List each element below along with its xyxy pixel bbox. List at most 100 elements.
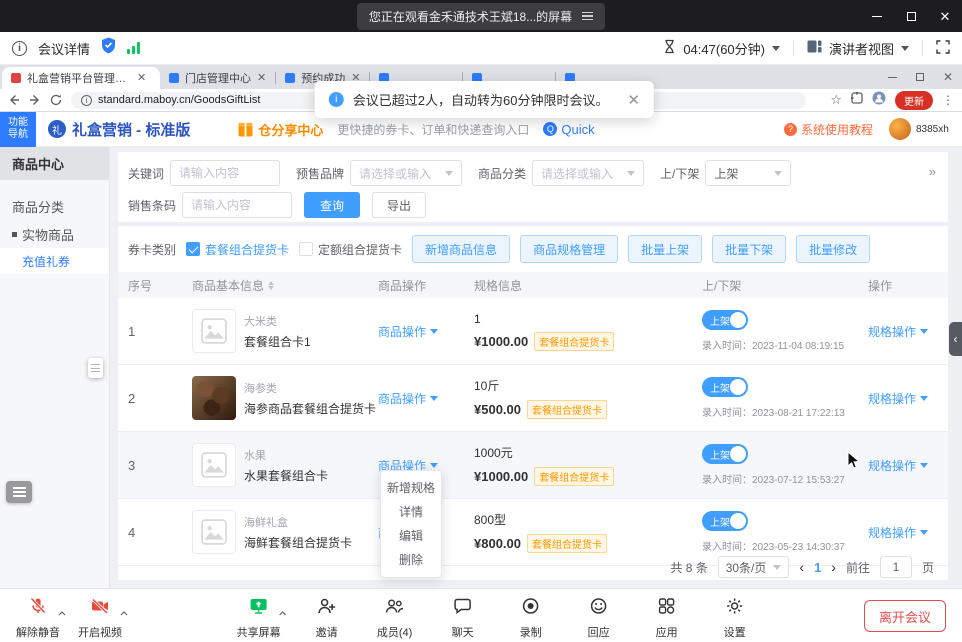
avatar [889, 118, 911, 140]
reactions-button[interactable]: 回应 [577, 596, 621, 640]
chevron-up-icon[interactable] [120, 603, 128, 621]
browser-minimize-button[interactable] [878, 65, 906, 89]
status-select[interactable]: 上架 [705, 160, 791, 186]
menu-item-edit[interactable]: 编辑 [381, 524, 441, 548]
tutorial-link[interactable]: ? 系统使用教程 [784, 121, 873, 138]
status-toggle[interactable]: 上架 [702, 310, 748, 330]
sidebar-item-categories[interactable]: 商品分类 [0, 192, 109, 220]
gear-icon [725, 596, 745, 621]
members-button[interactable]: 成员(4) [373, 596, 417, 640]
drag-handle[interactable] [88, 358, 103, 378]
batch-offline-button[interactable]: 批量下架 [712, 235, 786, 263]
keyword-input[interactable] [170, 160, 280, 186]
forward-icon[interactable] [29, 94, 41, 106]
back-icon[interactable] [8, 94, 20, 106]
menu-item-detail[interactable]: 详情 [381, 500, 441, 524]
chevron-down-icon [430, 463, 438, 468]
chevron-up-icon[interactable] [58, 603, 66, 621]
checkbox-fixed-card[interactable]: 定额组合提货卡 [299, 241, 402, 258]
browser-maximize-button[interactable] [906, 65, 934, 89]
quick-link[interactable]: Q Quick [543, 122, 594, 137]
menu-icon[interactable] [582, 12, 593, 21]
barcode-input[interactable] [182, 192, 292, 218]
batch-edit-button[interactable]: 批量修改 [796, 235, 870, 263]
spec-action-dropdown[interactable]: 规格操作 [868, 524, 928, 541]
brand-select[interactable]: 请选择或输入 [350, 160, 462, 186]
collapse-filters-icon[interactable]: » [929, 164, 936, 179]
fullscreen-icon[interactable] [936, 40, 950, 57]
checkbox-combo-card[interactable]: 套餐组合提货卡 [186, 241, 289, 258]
spec-action-dropdown[interactable]: 规格操作 [868, 457, 928, 474]
product-action-dropdown[interactable]: 商品操作 [378, 323, 438, 340]
start-video-button[interactable]: 开启视频 [78, 596, 122, 640]
sort-icon[interactable] [268, 281, 274, 290]
sidebar-item-physical-goods[interactable]: 实物商品 [0, 220, 109, 248]
goto-page-input[interactable] [880, 556, 912, 578]
network-signal-icon[interactable] [127, 42, 140, 54]
minimize-button[interactable] [860, 0, 894, 32]
prev-page-icon[interactable]: ‹ [799, 559, 804, 575]
current-page[interactable]: 1 [814, 560, 821, 575]
view-dropdown-icon[interactable] [901, 46, 909, 51]
profile-avatar-icon[interactable] [872, 91, 886, 110]
meeting-details[interactable]: 会议详情 [38, 39, 90, 58]
close-button[interactable]: ✕ [928, 0, 962, 32]
chevron-up-icon[interactable] [279, 603, 287, 621]
browser-update-button[interactable]: 更新 [895, 91, 933, 110]
function-nav-tab[interactable]: 功能 导航 [0, 112, 36, 147]
unmute-button[interactable]: 解除静音 [16, 596, 60, 640]
chevron-down-icon [773, 565, 781, 570]
invite-button[interactable]: 邀请 [305, 596, 349, 640]
site-info-icon[interactable]: i [81, 95, 92, 106]
reload-icon[interactable] [50, 94, 62, 106]
batch-online-button[interactable]: 批量上架 [628, 235, 702, 263]
product-action-dropdown[interactable]: 商品操作 [378, 390, 438, 407]
export-button[interactable]: 导出 [372, 192, 426, 218]
status-toggle[interactable]: 上架 [702, 377, 748, 397]
spec-manage-button[interactable]: 商品规格管理 [520, 235, 618, 263]
status-toggle[interactable]: 上架 [702, 511, 748, 531]
next-page-icon[interactable]: › [831, 559, 836, 575]
extension-puzzle-icon[interactable] [851, 91, 863, 109]
share-screen-button[interactable]: 共享屏幕 [237, 596, 281, 640]
share-center-link[interactable]: 仓分享中心 [238, 120, 323, 139]
security-shield-icon[interactable] [101, 37, 116, 59]
checkbox-icon [299, 242, 313, 256]
bookmark-star-icon[interactable]: ☆ [830, 92, 842, 108]
page-size-select[interactable]: 30条/页 [718, 556, 790, 578]
browser-close-button[interactable]: ✕ [934, 65, 962, 89]
record-button[interactable]: 录制 [509, 596, 553, 640]
add-product-button[interactable]: 新增商品信息 [412, 235, 510, 263]
menu-item-add-spec[interactable]: 新增规格 [381, 476, 441, 500]
browser-menu-icon[interactable]: ⋮ [942, 93, 954, 107]
spec-action-dropdown[interactable]: 规格操作 [868, 323, 928, 340]
menu-item-delete[interactable]: 删除 [381, 548, 441, 572]
tab-gift-admin[interactable]: 礼盒营销平台管理中心 ✕ [2, 67, 160, 89]
settings-button[interactable]: 设置 [713, 596, 757, 640]
status-toggle[interactable]: 上架 [702, 444, 748, 464]
close-icon[interactable]: ✕ [627, 91, 640, 109]
maximize-button[interactable] [894, 0, 928, 32]
category-select[interactable]: 请选择或输入 [532, 160, 644, 186]
floating-list-widget[interactable] [6, 481, 32, 503]
timer-dropdown-icon[interactable] [772, 46, 780, 51]
search-button[interactable]: 查询 [304, 192, 360, 218]
sidebar-item-gift-vouchers[interactable]: 充值礼券 [0, 248, 109, 274]
chat-button[interactable]: 聊天 [441, 596, 485, 640]
apps-button[interactable]: 应用 [645, 596, 689, 640]
right-panel-handle[interactable]: ‹ [949, 322, 962, 356]
tab-close-icon[interactable]: ✕ [137, 73, 146, 84]
user-menu[interactable]: 8385xh [889, 118, 952, 140]
card-type-label: 券卡类别 [128, 241, 176, 258]
product-image-placeholder [192, 309, 236, 353]
bullet-icon [12, 232, 17, 237]
card-type-badge: 套餐组合提货卡 [534, 467, 614, 486]
watching-pill[interactable]: 您正在观看金禾通技术王斌18...的屏幕 [357, 3, 605, 30]
leave-meeting-button[interactable]: 离开会议 [864, 600, 946, 632]
tab-store-admin[interactable]: 门店管理中心 ✕ [160, 67, 275, 89]
entry-time: 录入时间：2023-07-12 15:53:27 [702, 471, 845, 486]
view-mode-label[interactable]: 演讲者视图 [829, 39, 894, 58]
chat-icon [453, 596, 473, 621]
spec-action-dropdown[interactable]: 规格操作 [868, 390, 928, 407]
tab-close-icon[interactable]: ✕ [257, 73, 266, 84]
